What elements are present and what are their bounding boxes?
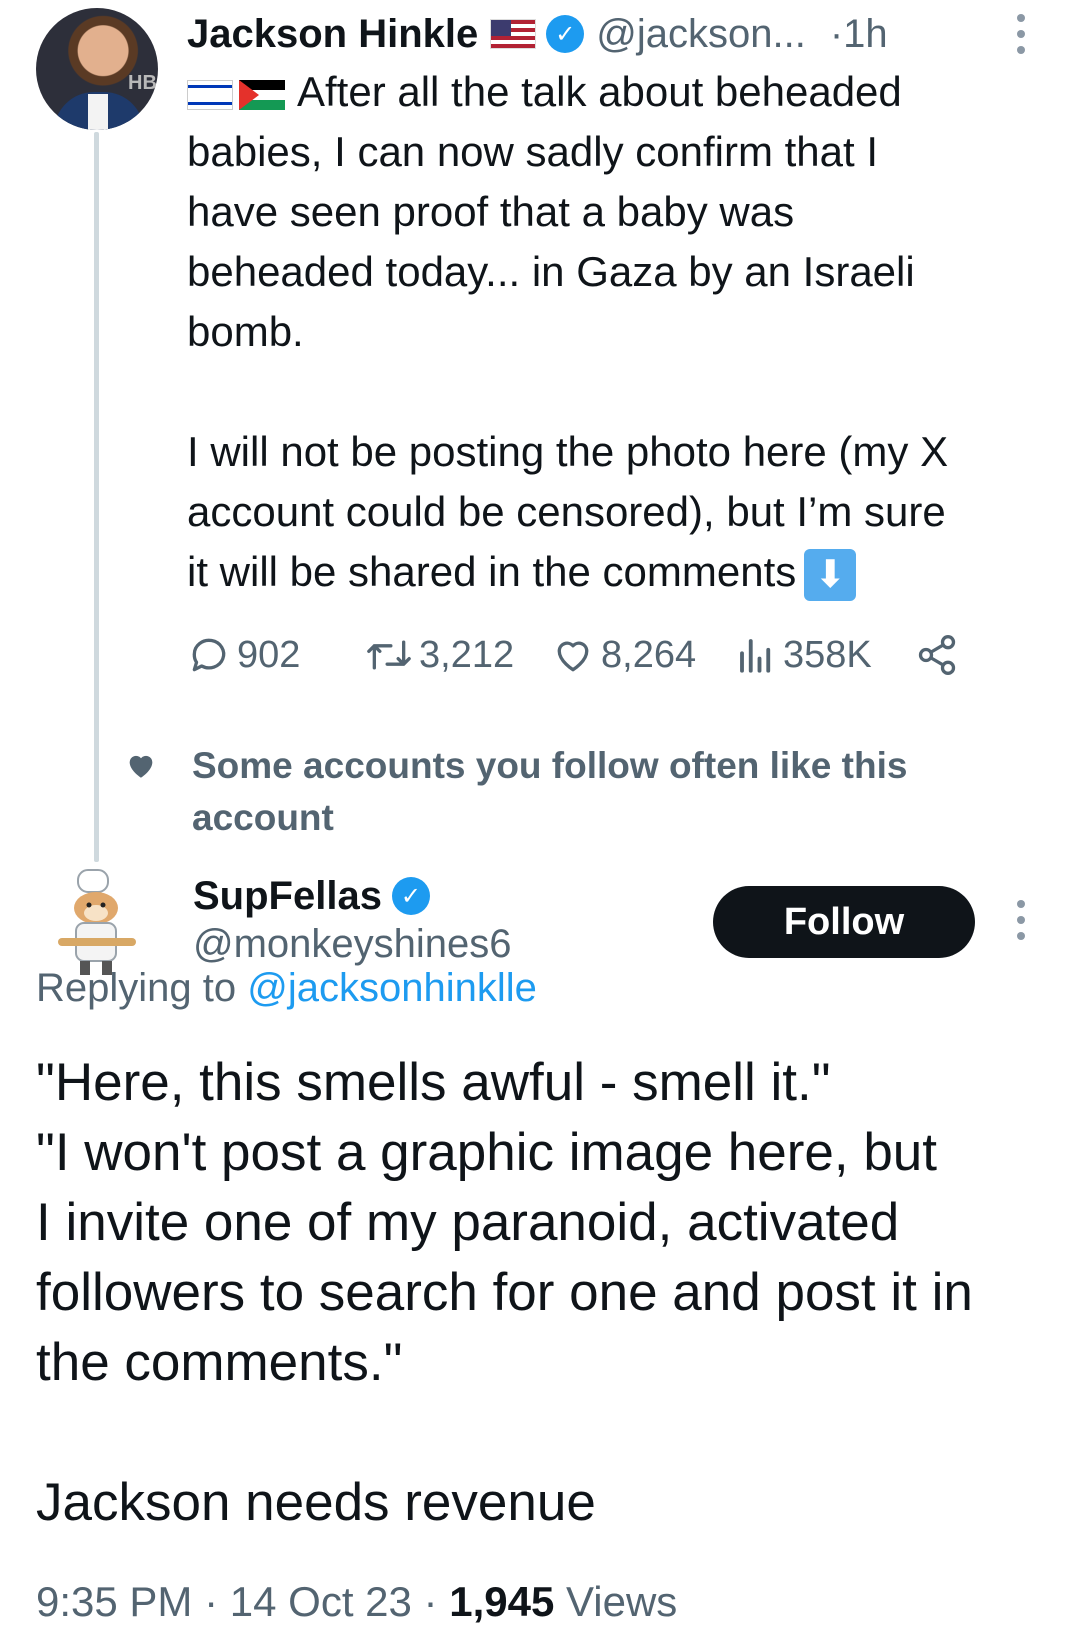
share-button[interactable] — [915, 630, 965, 680]
reply-date[interactable]: 14 Oct 23 — [230, 1578, 412, 1625]
reply-button[interactable]: 902 — [187, 630, 300, 680]
author-handle[interactable]: @jackson... — [596, 12, 806, 57]
author-name[interactable]: Jackson Hinkle — [187, 12, 478, 57]
time-value: 1h — [843, 11, 888, 56]
thread-line — [94, 132, 99, 862]
tweet-text-rest: babies, I can now sadly confirm that I h… — [187, 128, 949, 595]
social-context-text: Some accounts you follow often like this… — [192, 745, 908, 838]
down-arrow-icon: ⬇ — [804, 548, 857, 601]
reply-metadata: 9:35 PM · 14 Oct 23 · 1,945 Views — [36, 1578, 677, 1626]
views-count: 358K — [783, 633, 872, 676]
reply-time[interactable]: 9:35 PM — [36, 1578, 192, 1625]
tweet-header: Jackson Hinkle ✓ @jackson... ·1h — [187, 8, 888, 60]
reply-text: "Here, this smells awful - smell it." "I… — [36, 1053, 973, 1392]
reply-views-label: Views — [566, 1578, 678, 1625]
action-bar: 902 3,212 8,264 358K — [187, 630, 1017, 680]
reply-author-avatar[interactable] — [54, 868, 138, 978]
tweet-text-line1: After all the talk about beheaded — [297, 68, 902, 115]
tweet-text: After all the talk about beheaded babies… — [187, 62, 1047, 602]
like-button[interactable]: 8,264 — [551, 630, 696, 680]
views-icon — [740, 639, 771, 673]
avatar-backdrop-text: HB — [128, 72, 157, 94]
reply-author-header: SupFellas ✓ — [193, 868, 430, 924]
replying-prefix: Replying to — [36, 966, 237, 1010]
tweet-time[interactable]: ·1h — [830, 12, 888, 57]
meta-separator: · — [204, 1578, 219, 1625]
heart-icon — [129, 755, 153, 778]
verified-badge-icon: ✓ — [546, 15, 585, 53]
reply-count: 902 — [237, 633, 301, 676]
meta-separator: · — [423, 1578, 438, 1625]
share-icon — [918, 635, 956, 675]
more-icon[interactable] — [1014, 900, 1028, 940]
reply-views-count: 1,945 — [449, 1578, 555, 1625]
repost-button[interactable]: 3,212 — [365, 630, 514, 680]
reply-text-closing: Jackson needs revenue — [36, 1473, 596, 1532]
repost-count: 3,212 — [419, 633, 515, 676]
more-icon[interactable] — [1014, 14, 1028, 54]
time-separator: · — [829, 11, 844, 56]
israel-flag-icon — [187, 79, 233, 110]
avatar-shirt — [88, 94, 108, 130]
like-count: 8,264 — [601, 633, 697, 676]
palestine-flag-icon — [239, 79, 285, 110]
author-avatar[interactable]: HB — [36, 8, 158, 130]
reply-author-name[interactable]: SupFellas — [193, 874, 382, 919]
repost-icon — [367, 640, 411, 670]
us-flag-icon — [490, 19, 537, 49]
reply-icon — [192, 638, 226, 672]
reply-author-handle[interactable]: @monkeyshines6 — [193, 922, 512, 967]
follow-button[interactable]: Follow — [713, 886, 975, 958]
like-icon — [557, 641, 589, 672]
verified-badge-icon: ✓ — [391, 877, 430, 915]
views-button[interactable]: 358K — [735, 630, 872, 680]
replying-handle-link[interactable]: @jacksonhinklle — [247, 966, 537, 1010]
replying-to: Replying to @jacksonhinklle — [36, 966, 537, 1011]
main-tweet[interactable]: HB Jackson Hinkle ✓ @jackson... ·1h Afte… — [0, 0, 1080, 880]
